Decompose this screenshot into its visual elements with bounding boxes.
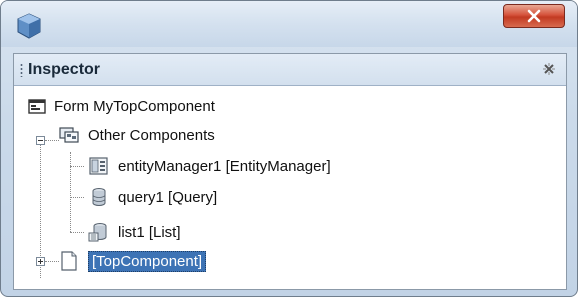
tree-line bbox=[45, 140, 59, 141]
list-database-icon bbox=[88, 221, 110, 243]
form-icon bbox=[28, 97, 46, 115]
tree-item-label: entityManager1 [EntityManager] bbox=[118, 157, 331, 175]
inspector-window: Inspector Form MyTopComponent Other Comp… bbox=[0, 0, 578, 297]
tree-line bbox=[70, 166, 84, 167]
title-bar[interactable] bbox=[1, 1, 577, 47]
component-tree: Form MyTopComponent Other Components ent… bbox=[14, 86, 566, 291]
tree-item-label: query1 [Query] bbox=[118, 188, 218, 206]
window-close-button[interactable] bbox=[503, 4, 565, 28]
tree-item-entity-manager[interactable]: entityManager1 [EntityManager] bbox=[88, 154, 331, 178]
tree-item-query[interactable]: query1 [Query] bbox=[88, 185, 217, 209]
cube-icon bbox=[17, 13, 41, 39]
tree-line bbox=[45, 261, 59, 262]
panel-header: Inspector bbox=[14, 54, 566, 86]
tree-item-label: list1 [List] bbox=[118, 223, 181, 241]
drag-grip-icon[interactable] bbox=[20, 63, 23, 77]
tree-line bbox=[70, 232, 84, 233]
expand-toggle[interactable] bbox=[36, 257, 45, 266]
tree-line bbox=[70, 152, 71, 232]
tree-item-form[interactable]: Form MyTopComponent bbox=[28, 94, 215, 118]
tree-item-label: Form MyTopComponent bbox=[54, 97, 215, 115]
entity-manager-icon bbox=[88, 155, 110, 177]
collapse-toggle[interactable] bbox=[36, 136, 45, 145]
components-folder-icon bbox=[58, 124, 80, 146]
tree-item-label: [TopComponent] bbox=[88, 250, 207, 272]
panel-title: Inspector bbox=[28, 61, 101, 78]
tree-item-list[interactable]: list1 [List] bbox=[88, 220, 181, 244]
close-x-icon bbox=[527, 9, 541, 23]
query-database-icon bbox=[88, 186, 110, 208]
tree-line bbox=[70, 197, 84, 198]
tree-item-top-component[interactable]: [TopComponent] bbox=[58, 249, 207, 273]
tree-item-label: Other Components bbox=[88, 126, 215, 144]
inspector-panel: Inspector Form MyTopComponent Other Comp… bbox=[13, 53, 567, 290]
tree-item-other-components[interactable]: Other Components bbox=[58, 123, 215, 147]
document-icon bbox=[58, 250, 80, 272]
panel-close-icon[interactable] bbox=[542, 62, 556, 76]
